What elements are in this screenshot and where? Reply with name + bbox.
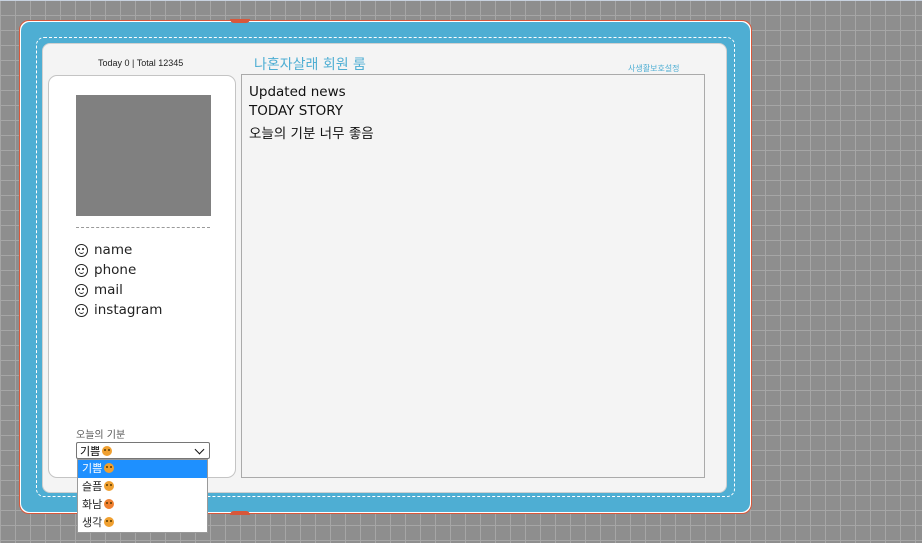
profile-info-list: name phone mail instagram — [75, 240, 162, 320]
happy-emoji-icon — [102, 445, 113, 456]
today-story-title: TODAY STORY — [249, 103, 343, 119]
mood-label: 오늘의 기분 — [76, 430, 126, 441]
profile-photo — [76, 95, 211, 216]
profile-info-mail: mail — [75, 280, 162, 300]
mood-option-joy[interactable]: 기쁨 — [78, 460, 207, 478]
profile-divider — [76, 227, 210, 228]
sad-emoji-icon — [104, 481, 115, 491]
book-binding-bottom — [230, 511, 250, 515]
book-binding-top — [230, 19, 250, 23]
angry-emoji-icon — [104, 499, 115, 509]
smiley-icon — [75, 243, 88, 257]
mood-select[interactable]: 기쁨 — [76, 442, 210, 459]
profile-info-label: name — [94, 242, 133, 258]
thinking-emoji-icon — [104, 517, 115, 527]
window-top-edge — [0, 0, 922, 1]
happy-emoji-icon — [104, 463, 115, 473]
profile-info-label: phone — [94, 262, 137, 278]
mood-option-thinking[interactable]: 생각 — [78, 514, 207, 532]
mood-option-angry[interactable]: 화남 — [78, 496, 207, 514]
room-title: 나혼자살래 회원 룸 — [254, 57, 366, 73]
profile-info-label: mail — [94, 282, 123, 298]
smiley-icon — [75, 263, 88, 277]
mood-dropdown-list: 기쁨 슬픔 화남 생각 — [77, 459, 208, 533]
visitor-counter: Today 0 | Total 12345 — [98, 58, 184, 68]
profile-info-name: name — [75, 240, 162, 260]
mood-option-sad[interactable]: 슬픔 — [78, 478, 207, 496]
mood-selected-value: 기쁨 — [80, 443, 113, 459]
smiley-icon — [75, 283, 88, 297]
chevron-down-icon — [194, 444, 205, 454]
profile-info-instagram: instagram — [75, 300, 162, 320]
updated-news-heading: Updated news — [249, 84, 346, 100]
smiley-icon — [75, 303, 88, 317]
profile-info-label: instagram — [94, 302, 163, 318]
privacy-settings-link[interactable]: 사생활보호설정 — [628, 63, 680, 74]
today-story-text: 오늘의 기분 너무 좋음 — [249, 126, 374, 142]
profile-info-phone: phone — [75, 260, 162, 280]
